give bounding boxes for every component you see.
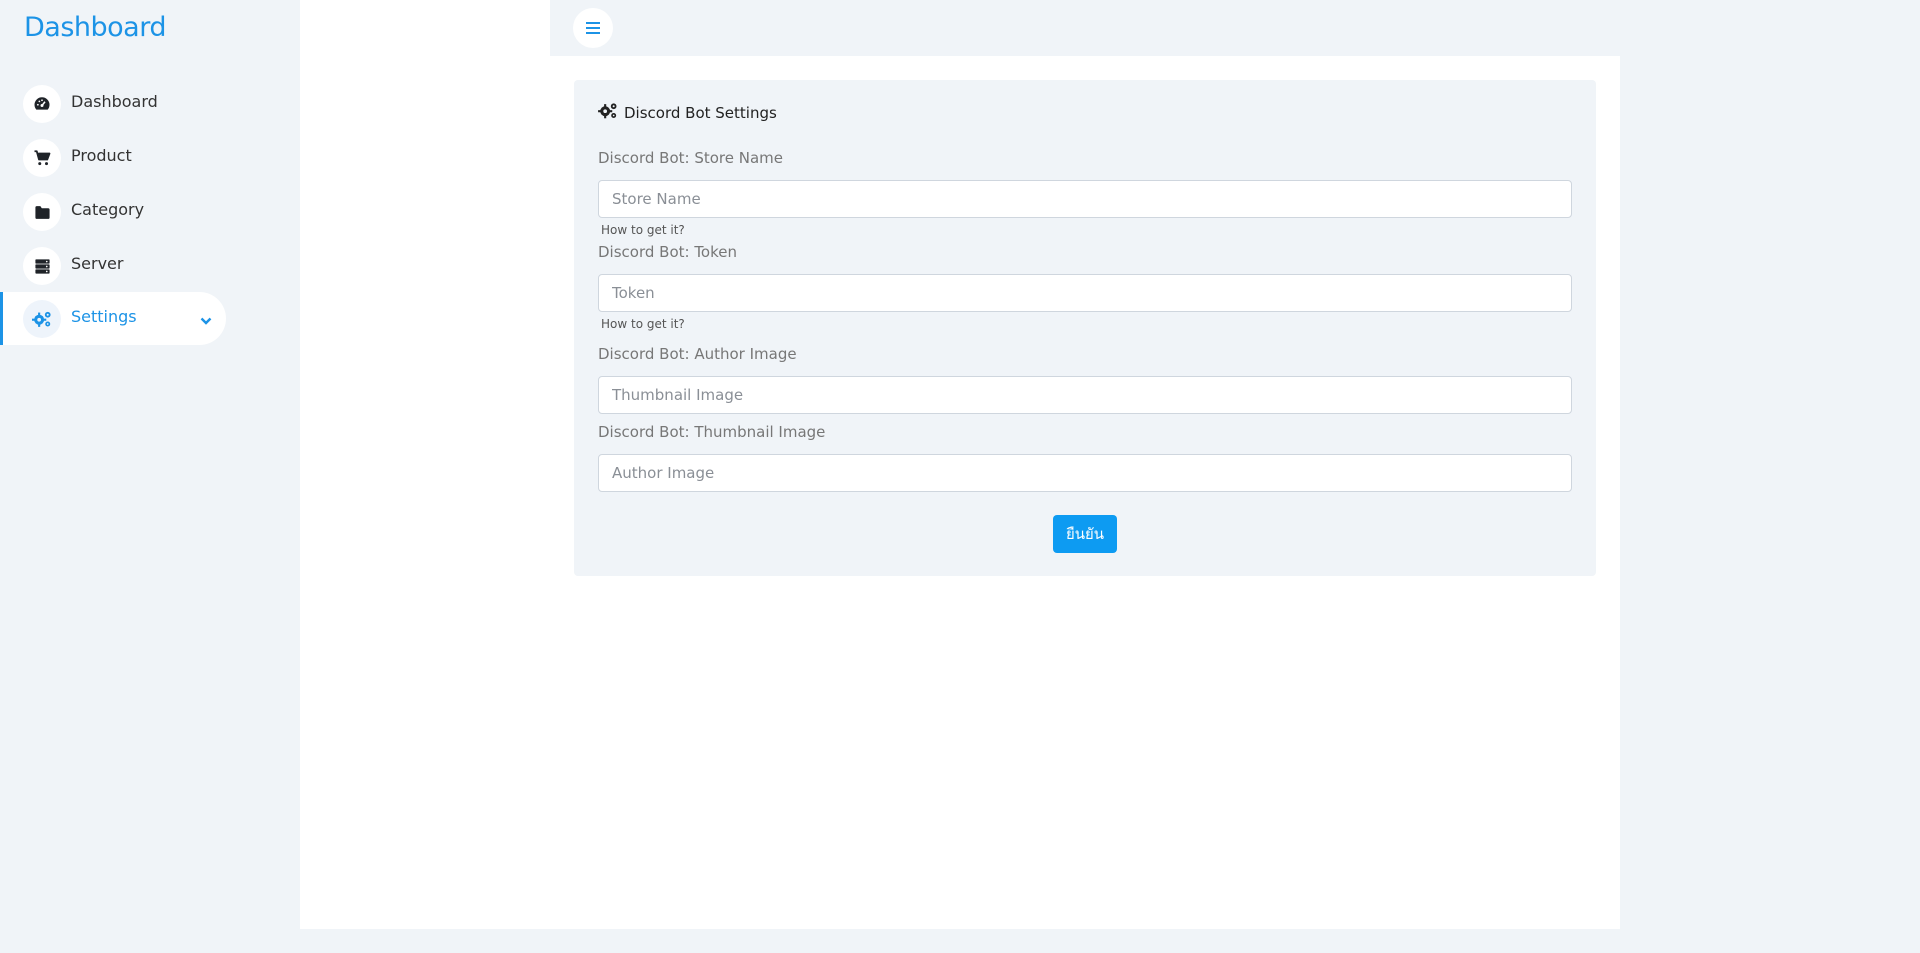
- author-image-label: Discord Bot: Author Image: [598, 345, 797, 363]
- chevron-down-icon[interactable]: [200, 311, 212, 330]
- author-image-input[interactable]: [598, 376, 1572, 414]
- card-title-text: Discord Bot Settings: [624, 103, 777, 122]
- store-name-help-link[interactable]: How to get it?: [601, 223, 685, 237]
- sidebar: Dashboard Dashboard Product Category Ser…: [0, 0, 300, 953]
- settings-card: Discord Bot Settings Discord Bot: Store …: [574, 80, 1596, 576]
- thumbnail-image-input[interactable]: [598, 454, 1572, 492]
- sidebar-item-label: Category: [71, 200, 145, 219]
- token-input[interactable]: [598, 274, 1572, 312]
- cart-icon: [23, 139, 61, 177]
- gears-icon: [23, 300, 61, 338]
- token-help-link[interactable]: How to get it?: [601, 317, 685, 331]
- gauge-icon: [23, 85, 61, 123]
- confirm-button[interactable]: ยืนยัน: [1053, 515, 1117, 553]
- sidebar-item-category[interactable]: Category: [0, 185, 226, 238]
- sidebar-item-label: Server: [71, 254, 124, 273]
- brand-title[interactable]: Dashboard: [24, 12, 166, 43]
- sidebar-item-server[interactable]: Server: [0, 239, 226, 292]
- sidebar-item-dashboard[interactable]: Dashboard: [0, 77, 226, 130]
- menu-toggle-button[interactable]: [573, 8, 613, 48]
- hamburger-menu-icon: [586, 19, 600, 38]
- token-label: Discord Bot: Token: [598, 243, 737, 261]
- card-title: Discord Bot Settings: [598, 102, 777, 123]
- server-icon: [23, 247, 61, 285]
- store-name-input[interactable]: [598, 180, 1572, 218]
- folder-icon: [23, 193, 61, 231]
- top-bar: [550, 0, 1920, 56]
- sidebar-item-label: Product: [71, 146, 132, 165]
- gears-icon: [598, 102, 618, 123]
- sidebar-item-settings[interactable]: Settings: [0, 292, 226, 345]
- store-name-label: Discord Bot: Store Name: [598, 149, 783, 167]
- thumbnail-image-label: Discord Bot: Thumbnail Image: [598, 423, 826, 441]
- sidebar-item-product[interactable]: Product: [0, 131, 226, 184]
- sidebar-item-label: Dashboard: [71, 92, 158, 111]
- sidebar-item-label: Settings: [71, 307, 137, 326]
